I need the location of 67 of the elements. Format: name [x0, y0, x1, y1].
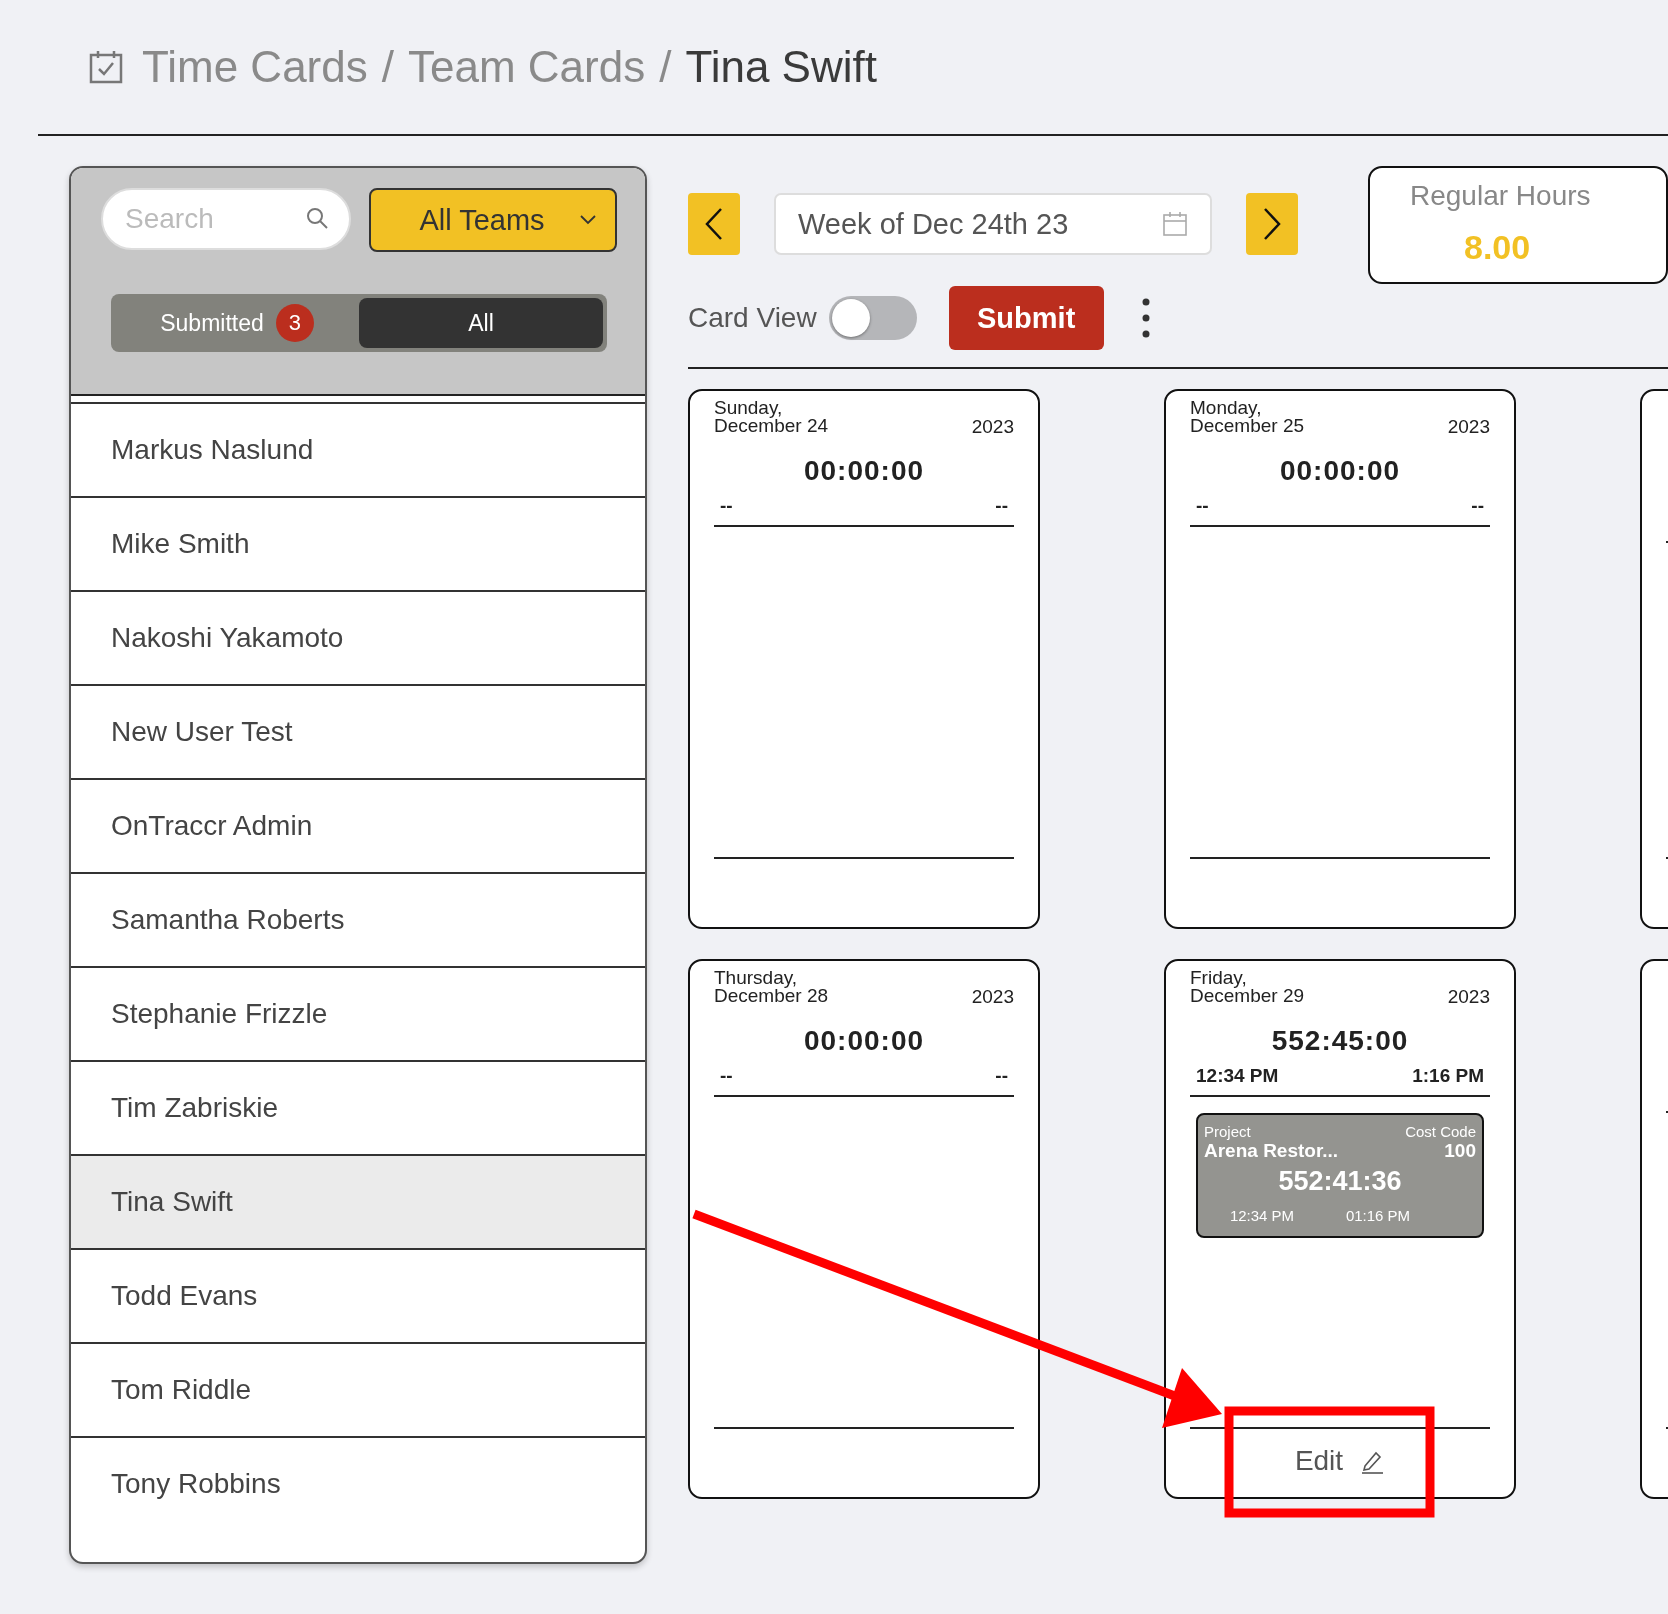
weekday-label: Sunday, [714, 399, 784, 417]
person-list-item[interactable]: Nakoshi Yakamoto [71, 590, 645, 684]
project-name: Arena Restor... [1204, 1140, 1339, 1162]
start-time: -- [1196, 495, 1209, 517]
end-time: 1:16 PM [1412, 1065, 1484, 1087]
team-dropdown[interactable]: All Teams [369, 188, 617, 252]
person-list-item[interactable]: Tim Zabriskie [71, 1060, 645, 1154]
hours-label: Regular Hours [1410, 180, 1591, 212]
start-time: -- [720, 1065, 733, 1087]
segment-tab[interactable]: All [359, 298, 603, 348]
person-list-item[interactable]: Markus Naslund [71, 402, 645, 496]
date-label: December 29 [1190, 987, 1305, 1005]
chevron-right-icon [1262, 207, 1282, 241]
search-icon [305, 206, 329, 230]
card-view-label: Card View [688, 302, 817, 334]
date-label: December 25 [1190, 417, 1305, 435]
day-total-time: 00:00:00 [802, 1025, 926, 1057]
project-label: Project [1204, 1123, 1251, 1140]
person-list-item[interactable]: Mike Smith [71, 496, 645, 590]
search-field[interactable]: Search [101, 188, 351, 250]
cost-code-label: Cost Code [1405, 1123, 1476, 1140]
end-time: -- [995, 1065, 1008, 1087]
start-time: -- [720, 495, 733, 517]
start-time: 12:34 PM [1196, 1065, 1279, 1087]
person-list-item[interactable]: Todd Evans [71, 1248, 645, 1342]
year-label: 2023 [1447, 986, 1490, 1008]
person-list-item[interactable]: OnTraccr Admin [71, 778, 645, 872]
count-badge: 3 [275, 304, 314, 342]
breadcrumb-separator: / [381, 42, 394, 92]
person-list-item[interactable]: Samantha Roberts [71, 872, 645, 966]
calendar-icon [1162, 211, 1188, 237]
entry-start-time: 12:34 PM [1229, 1207, 1295, 1224]
segment-tab[interactable]: Submitted 3 [115, 298, 359, 348]
end-time: -- [995, 495, 1008, 517]
previous-week-button[interactable] [688, 193, 740, 255]
date-label: December 28 [714, 987, 829, 1005]
person-list-item[interactable]: New User Test [71, 684, 645, 778]
breadcrumb-current: Tina Swift [685, 42, 877, 92]
chevron-left-icon [704, 207, 724, 241]
person-list-item[interactable]: Tony Robbins [71, 1436, 645, 1530]
day-total-time: 00:00:00 [1278, 455, 1402, 487]
year-label: 2023 [1447, 416, 1490, 438]
cost-code-value: 100 [1444, 1140, 1476, 1162]
year-label: 2023 [971, 986, 1014, 1008]
edit-button[interactable]: Edit [1286, 1441, 1394, 1481]
year-label: 2023 [971, 416, 1014, 438]
hours-value: 8.00 [1464, 228, 1531, 267]
person-list-item[interactable]: Tom Riddle [71, 1342, 645, 1436]
person-list-item[interactable]: Stephanie Frizzle [71, 966, 645, 1060]
day-total-time: 552:45:00 [1270, 1025, 1410, 1057]
entry-end-time: 01:16 PM [1345, 1207, 1411, 1224]
weekday-label: Thursday, [714, 969, 799, 987]
date-label: December 24 [714, 417, 829, 435]
person-list-item[interactable]: Tina Swift [71, 1154, 645, 1248]
chevron-down-icon [578, 214, 597, 226]
next-week-button[interactable] [1246, 193, 1298, 255]
submit-button[interactable]: Submit [948, 286, 1104, 350]
more-options-icon[interactable] [1141, 298, 1150, 338]
weekday-label: Friday, [1190, 969, 1248, 987]
calendar-check-icon [88, 49, 124, 85]
weekday-label: Monday, [1190, 399, 1263, 417]
end-time: -- [1471, 495, 1484, 517]
entry-duration: 552:41:36 [1277, 1166, 1403, 1197]
breadcrumb-separator: / [659, 42, 672, 92]
week-picker-field[interactable]: Week of Dec 24th 23 [774, 193, 1212, 255]
day-total-time: 00:00:00 [802, 455, 926, 487]
card-view-toggle[interactable] [828, 296, 917, 340]
